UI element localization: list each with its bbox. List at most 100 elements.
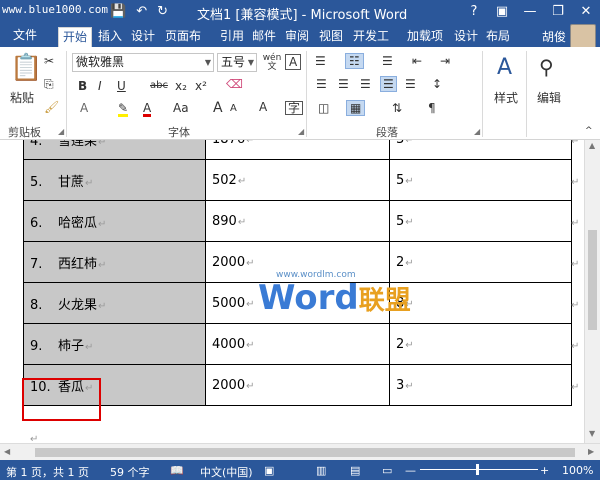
vertical-scrollbar[interactable]: ▲ ▼ [584, 140, 600, 443]
rank-cell[interactable]: 2↵ [389, 323, 572, 365]
text-effects-icon[interactable]: A [80, 102, 88, 114]
collapse-ribbon-icon[interactable]: ^ [585, 127, 593, 136]
redo-icon[interactable]: ↻ [157, 4, 168, 19]
multilevel-list-icon[interactable]: ☰ [382, 55, 393, 67]
minimize-button[interactable]: — [516, 0, 544, 25]
print-layout-icon[interactable]: ▤ [350, 464, 360, 477]
tab-table-layout[interactable]: 布局 [482, 27, 514, 47]
fruit-cell[interactable]: 5. 甘蔗↵ [23, 159, 206, 201]
tab-insert[interactable]: 插入 [94, 27, 126, 47]
line-spacing-icon[interactable]: ↕ [432, 78, 442, 90]
tab-review[interactable]: 审阅 [281, 27, 313, 47]
zoom-level[interactable]: 100% [562, 464, 593, 477]
underline-button[interactable]: U [117, 80, 126, 92]
increase-indent-icon[interactable]: ⇥ [440, 55, 450, 67]
document-area[interactable]: 4.雪莲果↵1876↵3↵5.甘蔗↵502↵5↵6.哈密瓜↵890↵5↵7.西红… [0, 140, 584, 443]
web-layout-icon[interactable]: ▭ [382, 464, 392, 477]
align-left-icon[interactable]: ☰ [316, 78, 327, 90]
rank-cell[interactable]: 3↵ [389, 364, 572, 406]
value-cell[interactable]: 890↵ [205, 200, 390, 242]
shrink-font-button[interactable]: A [230, 104, 237, 114]
ribbon-options-button[interactable]: ▣ [488, 0, 516, 25]
table-row[interactable]: 10. 香瓜↵ 2000↵ 3↵ [23, 364, 572, 406]
align-right-icon[interactable]: ☰ [360, 78, 371, 90]
table-row[interactable]: 5. 甘蔗↵ 502↵ 5↵ [23, 159, 572, 201]
italic-button[interactable]: I [98, 80, 102, 92]
rank-cell[interactable]: 5↵ [389, 159, 572, 201]
justify-icon[interactable]: ☰ [380, 76, 397, 92]
borders-icon[interactable]: ▦ [346, 100, 366, 116]
tab-developer[interactable]: 开发工 [349, 27, 393, 47]
word-count[interactable]: 59 个字 [110, 464, 150, 480]
proofing-icon[interactable]: 📖 [170, 464, 184, 477]
scroll-left-icon[interactable]: ◀ [4, 448, 10, 456]
enclose-characters-icon[interactable]: 字 [285, 101, 304, 115]
paragraph-launcher-icon[interactable]: ◢ [474, 127, 480, 136]
numbering-icon[interactable]: ☷ [345, 53, 364, 69]
restore-button[interactable]: ❐ [544, 0, 572, 25]
bullets-icon[interactable]: ☰ [315, 55, 326, 67]
macro-icon[interactable]: ▣ [264, 464, 274, 477]
phonetic-guide-icon[interactable]: wén文 [262, 54, 282, 72]
distributed-icon[interactable]: ☰ [405, 78, 416, 90]
rank-cell[interactable]: 5↵ [389, 200, 572, 242]
tab-table-design[interactable]: 设计 [450, 27, 482, 47]
decrease-indent-icon[interactable]: ⇤ [412, 55, 422, 67]
paste-button[interactable]: 粘贴 [10, 89, 34, 106]
format-painter-icon[interactable]: 🖌 [44, 101, 59, 113]
sort-icon[interactable]: ⇅ [392, 102, 402, 114]
paste-icon[interactable]: 📋 [10, 55, 42, 81]
table-row[interactable]: 4.雪莲果↵1876↵3↵ [23, 140, 572, 160]
font-name-select[interactable]: 微软雅黑 ▼ [72, 53, 214, 72]
user-name[interactable]: 胡俊 [542, 28, 566, 45]
close-button[interactable]: ✕ [572, 0, 600, 25]
cut-icon[interactable]: ✂ [44, 55, 54, 67]
tab-file[interactable]: 文件 [0, 25, 50, 47]
tab-mailings[interactable]: 邮件 [248, 27, 280, 47]
page-count[interactable]: 第 1 页，共 1 页 [6, 464, 89, 480]
align-center-icon[interactable]: ☰ [338, 78, 349, 90]
zoom-in-icon[interactable]: + [540, 464, 549, 477]
table-row[interactable]: 6. 哈密瓜↵ 890↵ 5↵ [23, 200, 572, 242]
scroll-down-icon[interactable]: ▼ [589, 430, 595, 438]
undo-icon[interactable]: ↶ [136, 4, 147, 19]
character-shading-icon[interactable]: A [259, 101, 267, 113]
fruit-cell[interactable]: 4. 雪莲果↵ [23, 140, 206, 160]
tab-addins[interactable]: 加载项 [403, 27, 447, 47]
value-cell[interactable]: 2000↵ [205, 364, 390, 406]
table-row[interactable]: 9. 柿子↵ 4000↵ 2↵ [23, 323, 572, 365]
tab-references[interactable]: 引用 [216, 27, 248, 47]
font-launcher-icon[interactable]: ◢ [298, 127, 304, 136]
find-icon[interactable]: ⚲ [539, 57, 554, 77]
styles-button[interactable]: 样式 [494, 89, 518, 106]
character-border-icon[interactable]: A [285, 54, 302, 70]
subscript-button[interactable]: x₂ [175, 80, 187, 92]
strikethrough-button[interactable]: abc [150, 81, 168, 91]
scroll-right-icon[interactable]: ▶ [588, 448, 594, 456]
fruit-cell[interactable]: 9. 柿子↵ [23, 323, 206, 365]
zoom-out-icon[interactable]: — [405, 464, 416, 477]
font-size-select[interactable]: 五号 ▼ [217, 53, 257, 72]
editing-button[interactable]: 编辑 [537, 89, 561, 106]
horizontal-scrollbar[interactable]: ◀ ▶ [0, 443, 600, 460]
language-indicator[interactable]: 中文(中国) [200, 464, 253, 480]
clipboard-launcher-icon[interactable]: ◢ [58, 127, 64, 136]
tab-layout[interactable]: 页面布 [161, 27, 205, 47]
rank-cell[interactable]: 3↵ [389, 140, 572, 160]
zoom-slider[interactable] [420, 469, 538, 470]
superscript-button[interactable]: x² [195, 80, 207, 92]
tab-view[interactable]: 视图 [315, 27, 347, 47]
clear-formatting-icon[interactable]: ⌫ [226, 78, 243, 90]
tab-home[interactable]: 开始 [58, 27, 93, 47]
fruit-cell[interactable]: 8. 火龙果↵ [23, 282, 206, 324]
asian-layout-icon[interactable]: ◫ [318, 102, 329, 114]
rank-cell[interactable]: 2↵ [389, 241, 572, 283]
show-marks-icon[interactable]: ¶ [428, 102, 436, 114]
help-button[interactable]: ? [460, 0, 488, 25]
rank-cell[interactable]: 8↵ [389, 282, 572, 324]
read-mode-icon[interactable]: ▥ [316, 464, 326, 477]
styles-icon[interactable]: A [497, 57, 512, 79]
grow-font-button[interactable]: A [213, 101, 223, 115]
change-case-button[interactable]: Aa [173, 102, 189, 114]
tab-design[interactable]: 设计 [127, 27, 159, 47]
